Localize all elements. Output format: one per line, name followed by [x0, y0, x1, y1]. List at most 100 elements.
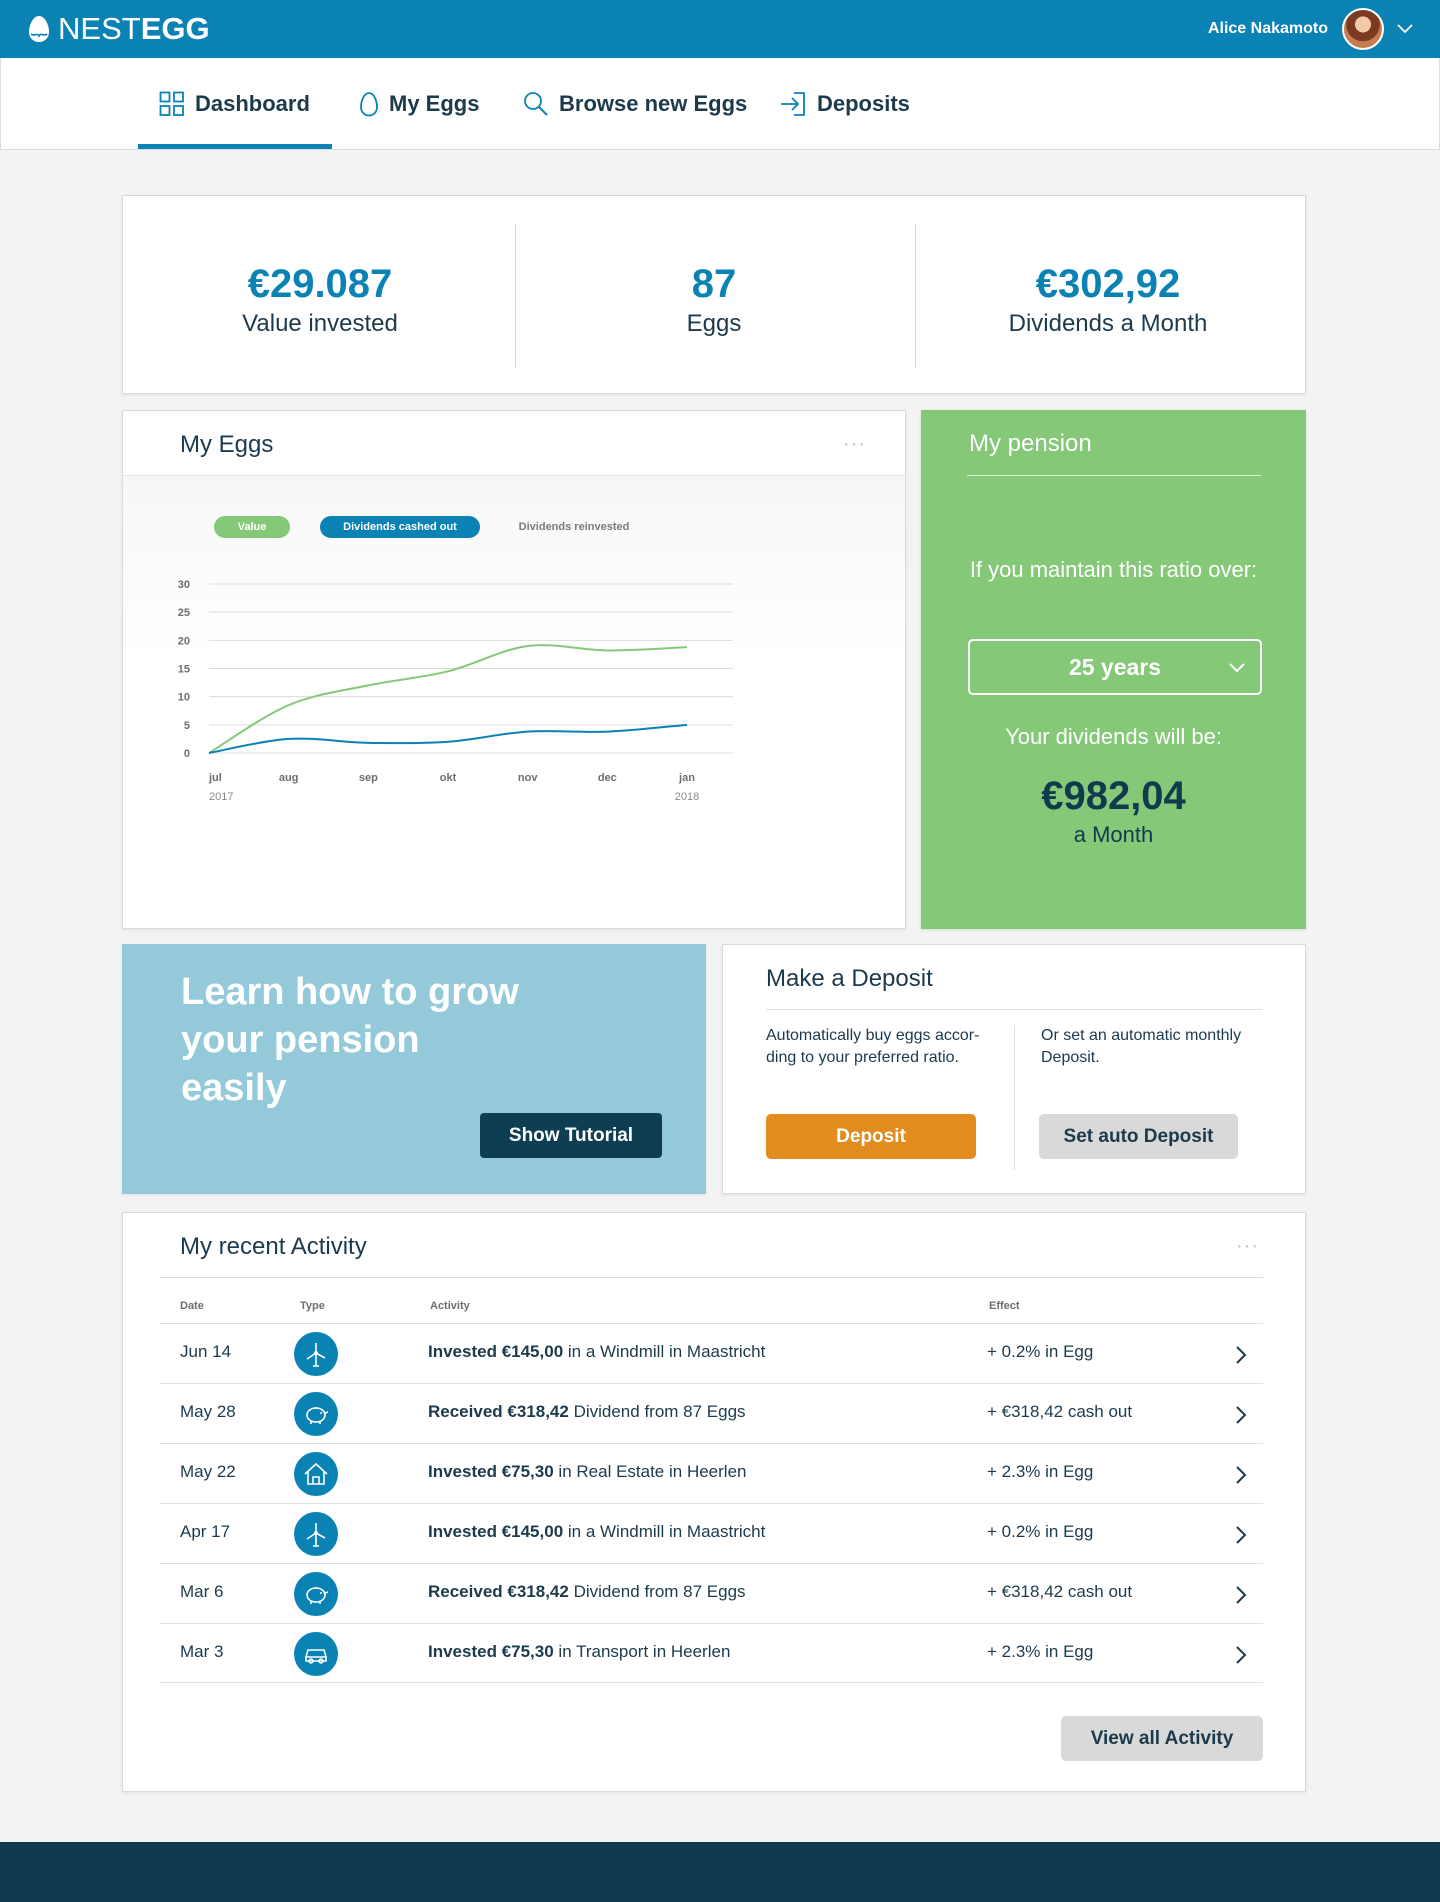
- chevron-right-icon[interactable]: [1235, 1405, 1247, 1425]
- card-title: My pension: [969, 430, 1092, 457]
- egg-logo-icon: [29, 16, 49, 42]
- activity-effect: + 0.2% in Egg: [987, 1342, 1094, 1361]
- x-tick-label: nov: [518, 772, 538, 784]
- summary-stats-card: €29.087 Value invested 87 Eggs €302,92 D…: [122, 195, 1306, 394]
- activity-row[interactable]: Apr 17 Invested €145,00 in a Windmill in…: [160, 1503, 1263, 1563]
- stat-value: €302,92: [1035, 262, 1181, 306]
- activity-date: Apr 17: [180, 1522, 231, 1541]
- car-icon: [294, 1632, 338, 1676]
- house-icon: [294, 1452, 338, 1496]
- y-tick-label: 30: [178, 579, 190, 591]
- piggy-bank-icon: [294, 1572, 338, 1616]
- activity-description: Invested €145,00 in a Windmill in Maastr…: [428, 1342, 766, 1361]
- egg-icon: [360, 91, 378, 116]
- windmill-icon: [294, 1512, 338, 1556]
- activity-date: May 28: [180, 1402, 236, 1421]
- activity-date: Mar 6: [180, 1582, 224, 1601]
- nav-my-eggs-label: My Eggs: [389, 90, 480, 116]
- logo[interactable]: NESTEGG: [28, 12, 210, 46]
- column-header-activity: Activity: [430, 1300, 470, 1312]
- column-header-date: Date: [180, 1300, 204, 1312]
- deposit-description: Automatically buy eggs accor-ding to you…: [766, 1027, 980, 1066]
- main-nav: Dashboard My Eggs Browse new Eggs Deposi…: [0, 58, 1440, 150]
- chevron-down-icon[interactable]: [1396, 23, 1414, 35]
- stat-value: €29.087: [247, 262, 393, 306]
- user-name: Alice Nakamoto: [1207, 20, 1328, 37]
- y-tick-label: 20: [178, 635, 190, 647]
- show-tutorial-button[interactable]: Show Tutorial: [480, 1113, 662, 1158]
- activity-row[interactable]: Mar 3 Invested €75,30 in Transport in He…: [160, 1623, 1263, 1683]
- activity-row[interactable]: Jun 14 Invested €145,00 in a Windmill in…: [160, 1323, 1263, 1383]
- logo-text: NESTEGG: [58, 11, 210, 46]
- nav-my-eggs[interactable]: My Eggs: [359, 58, 479, 149]
- nav-deposits[interactable]: Deposits: [779, 58, 910, 149]
- pension-amount: €982,04: [1041, 774, 1186, 818]
- activity-row[interactable]: May 28 Received €318,42 Dividend from 87…: [160, 1383, 1263, 1443]
- chevron-right-icon[interactable]: [1235, 1645, 1247, 1665]
- chevron-right-icon[interactable]: [1235, 1585, 1247, 1605]
- dashboard-grid-icon: [159, 91, 184, 116]
- y-tick-label: 25: [178, 607, 190, 619]
- user-menu[interactable]: Alice Nakamoto: [1208, 8, 1414, 50]
- x-tick-label: jul: [208, 772, 222, 784]
- chevron-right-icon[interactable]: [1235, 1345, 1247, 1365]
- learn-title: Learn how to grow your pension easily: [181, 971, 519, 1109]
- deposit-button[interactable]: Deposit: [766, 1114, 976, 1159]
- active-tab-indicator: [138, 144, 332, 149]
- divider: [1014, 1025, 1015, 1170]
- activity-description: Invested €75,30 in Real Estate in Heerle…: [428, 1462, 747, 1481]
- activity-row[interactable]: Mar 6 Received €318,42 Dividend from 87 …: [160, 1563, 1263, 1623]
- divider: [766, 1009, 1262, 1010]
- my-eggs-card: My Eggs ··· Value Dividends cashed out D…: [122, 410, 906, 929]
- pension-card: My pension If you maintain this ratio ov…: [921, 410, 1306, 929]
- make-deposit-card: Make a Deposit Automatically buy eggs ac…: [722, 944, 1306, 1194]
- nav-dashboard-label: Dashboard: [195, 90, 310, 116]
- deposit-arrow-icon: [781, 91, 805, 116]
- series-line-1: [208, 723, 688, 754]
- nav-dashboard[interactable]: Dashboard: [159, 58, 310, 149]
- x-tick-label: aug: [279, 772, 299, 784]
- activity-date: May 22: [180, 1462, 236, 1481]
- divider: [160, 1277, 1263, 1278]
- avatar[interactable]: [1342, 8, 1384, 50]
- nav-deposits-label: Deposits: [817, 90, 910, 116]
- learn-tutorial-card: Learn how to grow your pension easily Sh…: [122, 944, 706, 1194]
- nav-browse-label: Browse new Eggs: [559, 90, 748, 116]
- activity-row[interactable]: May 22 Invested €75,30 in Real Estate in…: [160, 1443, 1263, 1503]
- activity-date: Mar 3: [180, 1642, 224, 1661]
- stat-dividends: €302,92 Dividends a Month: [911, 196, 1305, 395]
- search-icon: [524, 91, 548, 116]
- top-bar: NESTEGG Alice Nakamoto: [0, 0, 1440, 58]
- more-options-icon[interactable]: ···: [1236, 1236, 1259, 1256]
- activity-description: Invested €145,00 in a Windmill in Maastr…: [428, 1522, 766, 1541]
- card-title: My recent Activity: [180, 1233, 367, 1260]
- x-tick-label: okt: [440, 772, 457, 784]
- pension-result-label: Your dividends will be:: [1005, 724, 1222, 749]
- stat-label: Value invested: [242, 310, 398, 337]
- nav-browse-eggs[interactable]: Browse new Eggs: [523, 58, 747, 149]
- stat-label: Dividends a Month: [1008, 310, 1208, 337]
- period-select[interactable]: 25 years: [968, 639, 1262, 695]
- view-all-activity-button[interactable]: View all Activity: [1061, 1716, 1263, 1761]
- stat-value-invested: €29.087 Value invested: [123, 196, 517, 395]
- y-tick-label: 0: [184, 748, 190, 760]
- period-select-value: 25 years: [1068, 654, 1162, 680]
- x-tick-label: dec: [598, 772, 617, 784]
- column-header-type: Type: [300, 1300, 325, 1312]
- footer: [0, 1842, 1440, 1902]
- card-title: Make a Deposit: [766, 965, 933, 992]
- divider: [967, 475, 1261, 476]
- activity-description: Invested €75,30 in Transport in Heerlen: [428, 1642, 731, 1661]
- chevron-right-icon[interactable]: [1235, 1525, 1247, 1545]
- chevron-right-icon[interactable]: [1235, 1465, 1247, 1485]
- divider: [515, 224, 516, 368]
- y-tick-label: 15: [178, 664, 190, 676]
- chevron-down-icon: [1229, 663, 1245, 673]
- x-tick-year-label: 2017: [209, 791, 233, 803]
- y-tick-label: 10: [178, 692, 190, 704]
- x-tick-label: sep: [359, 772, 378, 784]
- activity-description: Received €318,42 Dividend from 87 Eggs: [428, 1402, 746, 1421]
- column-header-effect: Effect: [989, 1300, 1020, 1312]
- set-auto-deposit-button[interactable]: Set auto Deposit: [1039, 1114, 1238, 1159]
- x-tick-year-label: 2018: [675, 791, 699, 803]
